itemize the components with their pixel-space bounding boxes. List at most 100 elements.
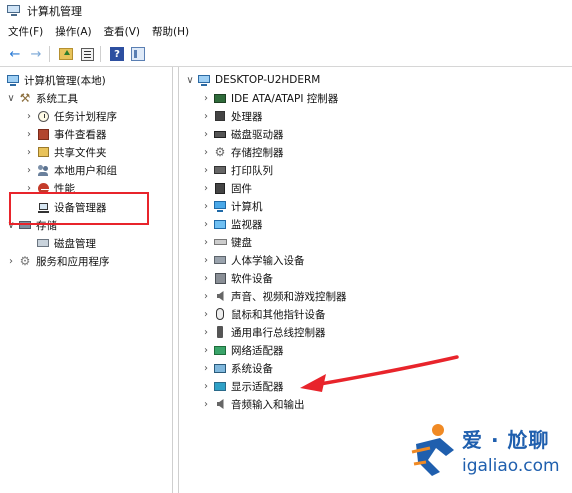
menu-view[interactable]: 查看(V) [100, 22, 144, 42]
properties-icon[interactable] [78, 45, 96, 63]
device-category-disk-drives[interactable]: › 磁盘驱动器 [201, 125, 284, 143]
device-category-keyboards[interactable]: › 键盘 [201, 233, 252, 251]
device-category-label: 人体学输入设备 [231, 254, 305, 267]
device-category-monitors[interactable]: › 监视器 [201, 215, 263, 233]
tree-item-disk-management[interactable]: 磁盘管理 [34, 234, 96, 252]
keyboard-icon [213, 236, 227, 249]
computer-management-icon [7, 5, 21, 17]
watermark-title: 爱 · 尬聊 [462, 428, 550, 452]
device-category-sound-video-game[interactable]: › 声音、视频和游戏控制器 [201, 287, 347, 305]
usb-icon [213, 326, 227, 339]
device-category-firmware[interactable]: › 固件 [201, 179, 252, 197]
network-adapter-icon [213, 344, 227, 357]
device-category-label: 键盘 [231, 236, 252, 249]
device-category-hid[interactable]: › 人体学输入设备 [201, 251, 305, 269]
tree-item-label: 共享文件夹 [54, 146, 107, 159]
watermark-logo: 爱 · 尬聊 igaliao.com [410, 418, 570, 488]
device-tree-root[interactable]: ∨ DESKTOP-U2HDERM [185, 71, 320, 89]
forward-icon[interactable]: → [27, 45, 45, 63]
device-category-label: 处理器 [231, 110, 263, 123]
chevron-right-icon[interactable]: › [201, 147, 211, 158]
device-category-system-devices[interactable]: › 系统设备 [201, 359, 273, 377]
tree-item-system-tools[interactable]: ∨ ⚒ 系统工具 [6, 89, 78, 107]
chevron-right-icon[interactable]: › [201, 381, 211, 392]
chevron-right-icon[interactable]: › [201, 237, 211, 248]
chevron-right-icon[interactable]: › [201, 165, 211, 176]
chevron-right-icon[interactable]: › [201, 255, 211, 266]
menu-help[interactable]: 帮助(H) [148, 22, 193, 42]
device-category-label: 声音、视频和游戏控制器 [231, 290, 347, 303]
chevron-right-icon[interactable]: › [201, 309, 211, 320]
storage-controller-icon: ⚙ [214, 145, 226, 159]
chevron-right-icon[interactable]: › [24, 147, 34, 158]
back-icon[interactable]: ← [6, 45, 24, 63]
tree-item-local-users-groups[interactable]: › 本地用户和组 [24, 161, 117, 179]
tools-icon: ⚒ [19, 91, 31, 105]
chevron-right-icon[interactable]: › [201, 129, 211, 140]
menu-file[interactable]: 文件(F) [4, 22, 47, 42]
device-category-mice[interactable]: › 鼠标和其他指针设备 [201, 305, 326, 323]
tree-item-label: 计算机管理(本地) [24, 74, 106, 87]
menu-bar: 文件(F) 操作(A) 查看(V) 帮助(H) [0, 22, 572, 42]
up-one-level-icon[interactable] [57, 45, 75, 63]
toolbar-separator [49, 46, 50, 62]
device-category-software-devices[interactable]: › 软件设备 [201, 269, 273, 287]
computer-icon [6, 74, 20, 87]
chevron-right-icon[interactable]: › [201, 219, 211, 230]
device-category-label: IDE ATA/ATAPI 控制器 [231, 92, 339, 105]
chevron-right-icon[interactable]: › [201, 111, 211, 122]
tree-item-label: 任务计划程序 [54, 110, 117, 123]
chevron-right-icon[interactable]: › [201, 93, 211, 104]
help-icon[interactable]: ? [108, 45, 126, 63]
device-category-print-queues[interactable]: › 打印队列 [201, 161, 273, 179]
chevron-right-icon[interactable]: › [201, 201, 211, 212]
disk-drive-icon [213, 128, 227, 141]
chevron-right-icon[interactable]: › [24, 111, 34, 122]
tree-item-label: 事件查看器 [54, 128, 107, 141]
tree-item-event-viewer[interactable]: › 事件查看器 [24, 125, 107, 143]
chevron-right-icon[interactable]: › [201, 273, 211, 284]
tree-item-task-scheduler[interactable]: › 任务计划程序 [24, 107, 117, 125]
chevron-right-icon[interactable]: › [24, 165, 34, 176]
title-bar: 计算机管理 [0, 0, 572, 22]
device-category-label: 固件 [231, 182, 252, 195]
menu-action[interactable]: 操作(A) [51, 22, 95, 42]
device-category-label: 磁盘驱动器 [231, 128, 284, 141]
device-category-network-adapters[interactable]: › 网络适配器 [201, 341, 284, 359]
tree-item-label: 服务和应用程序 [36, 255, 110, 268]
chevron-right-icon[interactable]: › [201, 345, 211, 356]
chevron-right-icon[interactable]: › [201, 327, 211, 338]
disk-icon [36, 237, 50, 250]
chevron-right-icon[interactable]: › [201, 363, 211, 374]
device-category-display-adapters[interactable]: › 显示适配器 [201, 377, 284, 395]
device-category-audio-io[interactable]: › 音频输入和输出 [201, 395, 305, 413]
device-category-label: 通用串行总线控制器 [231, 326, 326, 339]
chevron-right-icon[interactable]: › [6, 256, 16, 267]
chevron-right-icon[interactable]: › [201, 291, 211, 302]
tree-item-label: 系统工具 [36, 92, 78, 105]
display-adapter-icon [213, 380, 227, 393]
chevron-right-icon[interactable]: › [201, 183, 211, 194]
ide-controller-icon [213, 92, 227, 105]
device-category-ide[interactable]: › IDE ATA/ATAPI 控制器 [201, 89, 338, 107]
tree-item-shared-folders[interactable]: › 共享文件夹 [24, 143, 107, 161]
chevron-down-icon[interactable]: ∨ [185, 75, 195, 86]
hid-icon [213, 254, 227, 267]
audio-icon [213, 290, 227, 303]
device-category-processors[interactable]: › 处理器 [201, 107, 263, 125]
chevron-down-icon[interactable]: ∨ [6, 93, 16, 104]
tree-item-computer-management[interactable]: 计算机管理(本地) [4, 71, 106, 89]
chevron-right-icon[interactable]: › [24, 129, 34, 140]
device-category-computer[interactable]: › 计算机 [201, 197, 263, 215]
show-hide-pane-icon[interactable] [129, 45, 147, 63]
device-category-usb[interactable]: › 通用串行总线控制器 [201, 323, 326, 341]
computer-icon [197, 74, 211, 87]
device-category-storage-controllers[interactable]: › ⚙ 存储控制器 [201, 143, 284, 161]
event-viewer-icon [36, 128, 50, 141]
tree-item-services-applications[interactable]: › ⚙ 服务和应用程序 [6, 252, 110, 270]
toolbar: ← → ? [0, 42, 572, 67]
highlight-box [9, 192, 149, 225]
computer-icon [213, 200, 227, 213]
chevron-right-icon[interactable]: › [201, 399, 211, 410]
shared-folder-icon [36, 146, 50, 159]
